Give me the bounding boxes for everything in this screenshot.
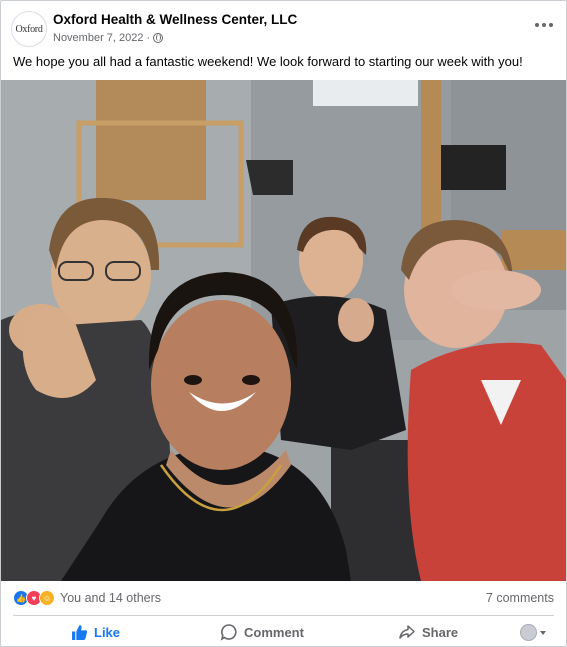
comment-bubble-icon xyxy=(220,624,237,641)
page-avatar[interactable]: Oxford xyxy=(11,11,47,47)
thumbs-up-icon xyxy=(72,624,88,640)
more-options-icon[interactable] xyxy=(532,17,556,33)
globe-icon xyxy=(153,33,164,43)
comment-button[interactable]: Comment xyxy=(220,618,304,646)
viewer-avatar xyxy=(520,624,537,641)
comment-label: Comment xyxy=(244,624,304,640)
page-logo: Oxford xyxy=(15,23,43,35)
share-arrow-icon xyxy=(399,625,415,639)
viewer-profile-selector[interactable] xyxy=(520,624,546,641)
post-photo[interactable] xyxy=(1,80,566,581)
action-divider xyxy=(13,615,554,616)
share-label: Share xyxy=(422,624,459,640)
caret-down-icon xyxy=(540,630,546,635)
share-button[interactable]: Share xyxy=(398,618,458,646)
haha-reaction-icon: ☺ xyxy=(39,590,55,606)
post-header: Oxford Oxford Health & Wellness Center, … xyxy=(11,11,556,47)
meta-separator: · xyxy=(146,32,151,44)
post-meta: November 7, 2022 · xyxy=(53,32,164,44)
group-selfie-photo xyxy=(1,80,566,581)
post-card: Oxford Oxford Health & Wellness Center, … xyxy=(0,0,567,647)
like-button[interactable]: Like xyxy=(71,618,120,646)
page-name-link[interactable]: Oxford Health & Wellness Center, LLC xyxy=(53,12,297,27)
action-bar: Like Comment Share xyxy=(1,618,566,646)
like-label: Like xyxy=(94,624,121,640)
reaction-summary[interactable]: 👍 ♥ ☺ You and 14 others xyxy=(13,589,161,607)
comments-count-link[interactable]: 7 comments xyxy=(486,591,554,605)
post-date[interactable]: November 7, 2022 xyxy=(53,32,144,44)
post-text: We hope you all had a fantastic weekend!… xyxy=(13,54,523,69)
reaction-count-text[interactable]: You and 14 others xyxy=(60,591,161,605)
